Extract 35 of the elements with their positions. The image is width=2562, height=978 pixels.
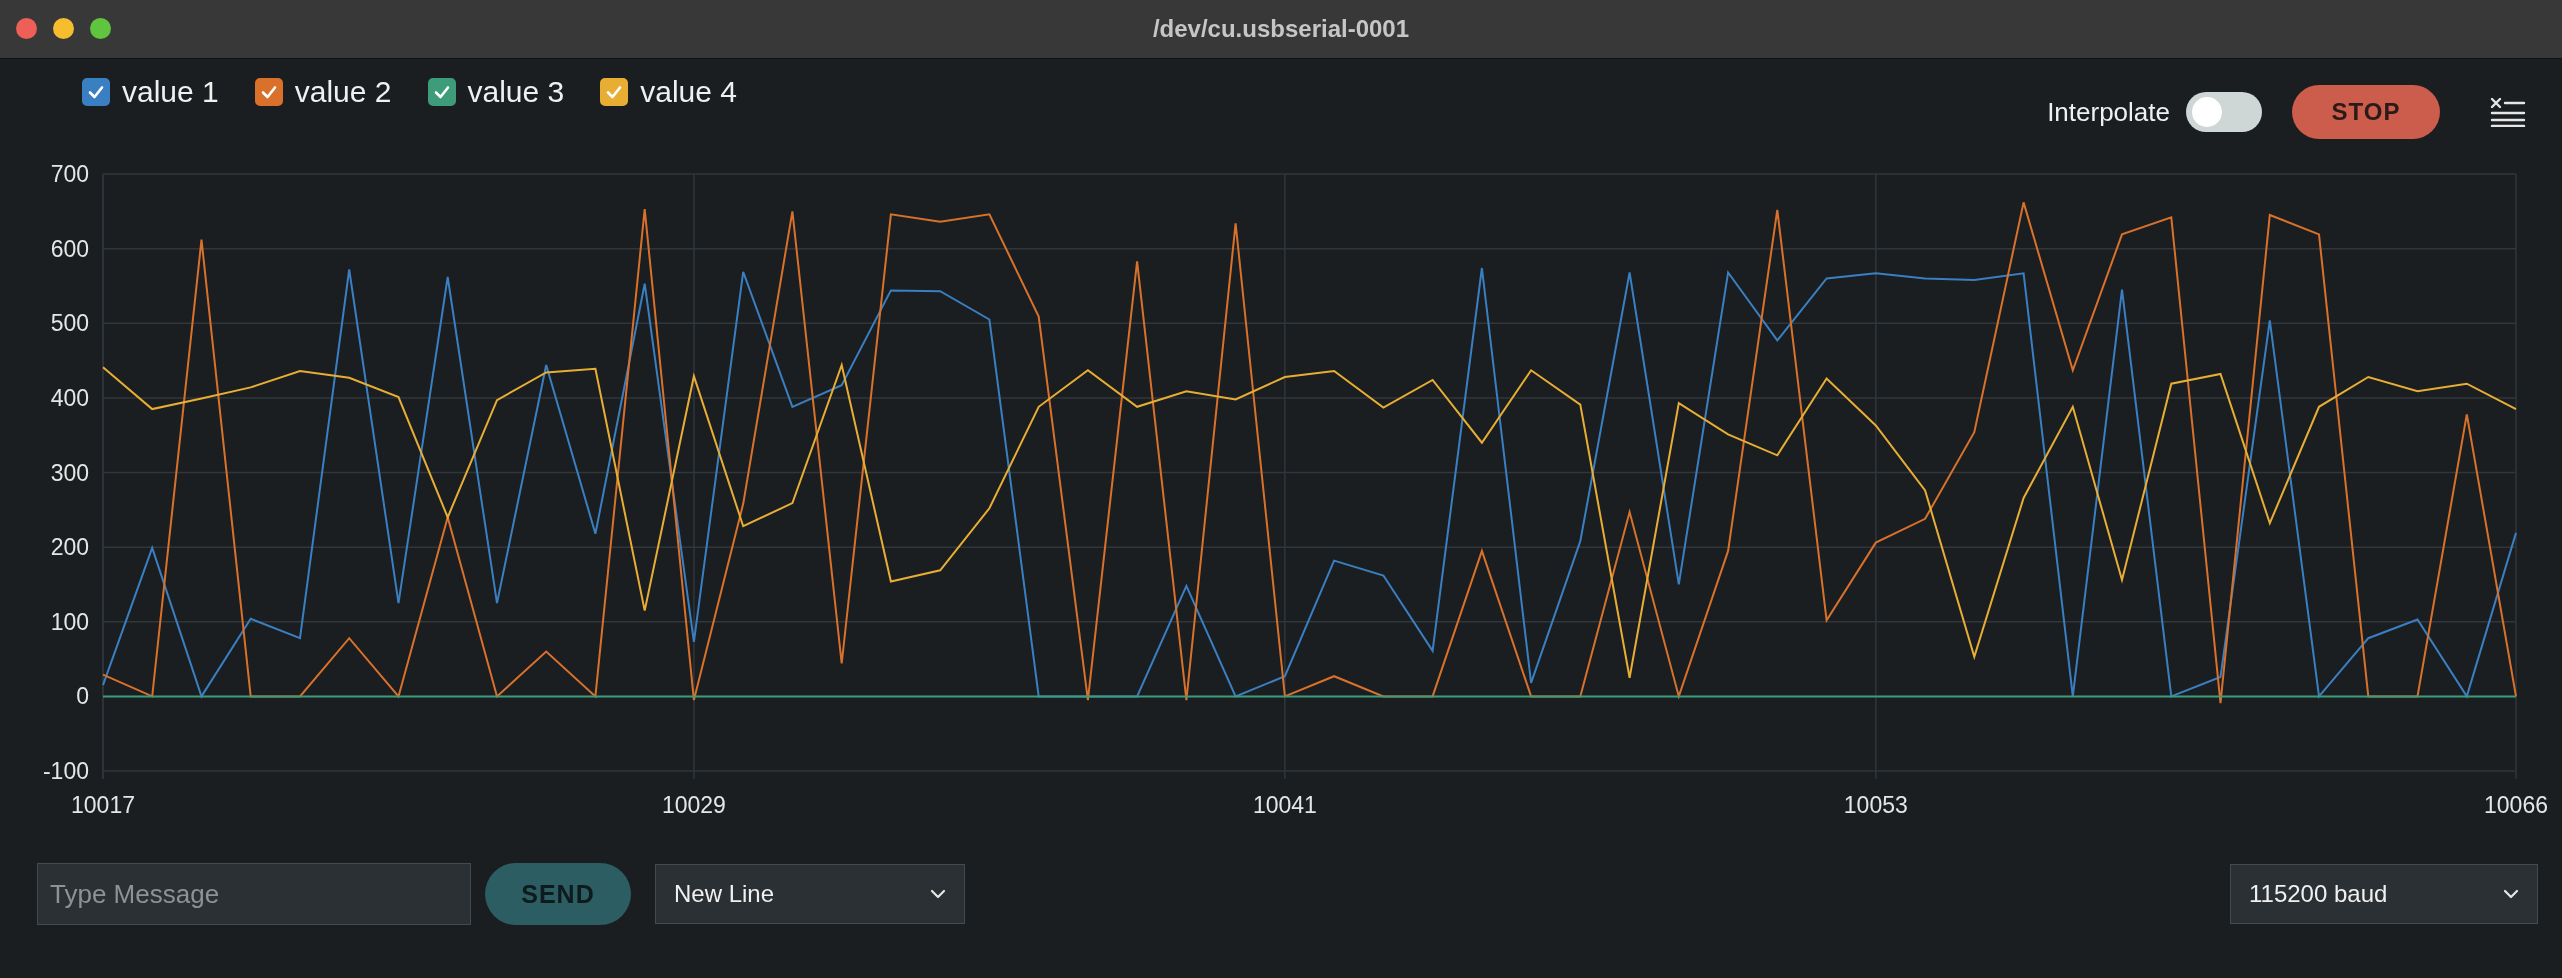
checkbox[interactable] <box>600 78 629 106</box>
axis-label: -100 <box>42 758 89 784</box>
axis-label: 200 <box>50 534 89 561</box>
axis-label: 10066 <box>2484 792 2548 818</box>
axis-label: 700 <box>50 161 89 187</box>
axis-label: 10029 <box>661 792 726 818</box>
chevron-down-icon <box>930 889 946 899</box>
legend-label[interactable]: value 2 <box>294 75 392 109</box>
axis-label: 500 <box>50 310 89 337</box>
axis-label: 10053 <box>1843 792 1908 818</box>
legend-label[interactable]: value 1 <box>122 75 219 109</box>
checkbox[interactable] <box>427 78 456 106</box>
axis-label: 10041 <box>1252 792 1317 818</box>
checkbox[interactable] <box>82 78 110 106</box>
axis-label: 0 <box>76 683 89 710</box>
axis-label: 600 <box>50 235 89 262</box>
legend-label[interactable]: value 4 <box>640 75 737 109</box>
axis-label: 100 <box>50 608 89 635</box>
interpolate-label: Interpolate <box>2047 96 2170 128</box>
axis-label: 10017 <box>71 792 135 818</box>
window-title: /dev/cu.usbserial-0001 <box>1152 15 1410 43</box>
maximize-icon[interactable] <box>90 18 111 39</box>
axis-label: 400 <box>50 384 89 411</box>
minimize-icon[interactable] <box>53 18 74 39</box>
message-input-field[interactable]: Type Message <box>37 863 471 925</box>
legend-label[interactable]: value 3 <box>467 75 565 109</box>
clear-list-icon[interactable] <box>2490 97 2526 127</box>
baud-rate-dropdown[interactable]: 115200 baud <box>2230 864 2538 924</box>
close-icon[interactable] <box>16 18 37 39</box>
axis-label: 300 <box>50 459 89 486</box>
checkbox[interactable] <box>254 78 283 106</box>
interpolate-toggle[interactable] <box>2186 92 2262 132</box>
line-ending-dropdown[interactable]: New Line <box>655 864 965 924</box>
chevron-down-icon <box>2503 889 2519 899</box>
stop-button[interactable]: STOP <box>2292 85 2440 139</box>
